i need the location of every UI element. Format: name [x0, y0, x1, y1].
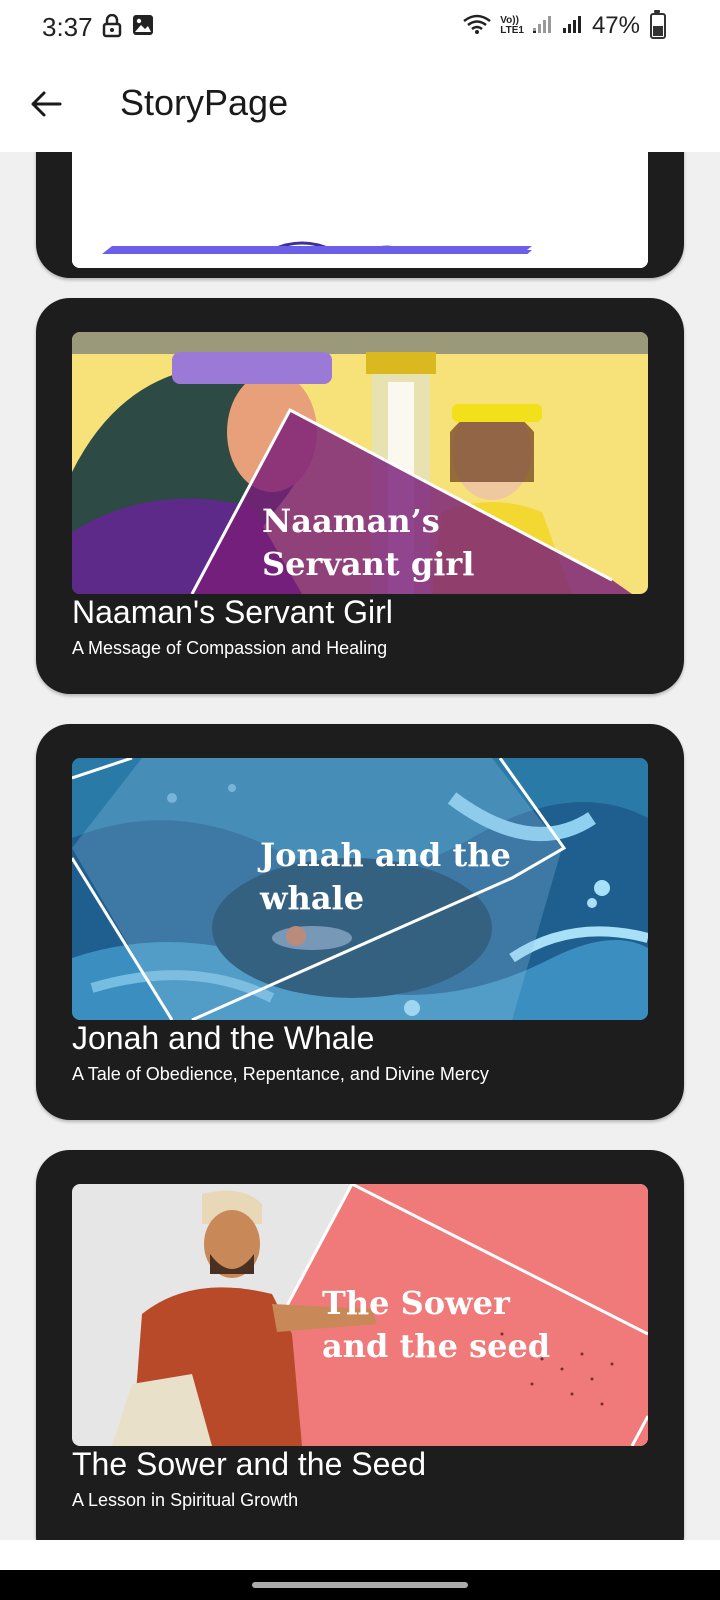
signal-icon: [532, 14, 554, 39]
story-card-naamans-servant-girl[interactable]: Naaman’s Servant girl Naaman's Servant G…: [36, 298, 684, 694]
app-bar: StoryPage: [0, 56, 720, 152]
page-title: StoryPage: [120, 82, 289, 123]
story-title: Jonah and the Whale: [72, 1020, 375, 1056]
network-type-label: Vo)) LTE1: [500, 15, 524, 36]
status-time: 3:37: [42, 12, 93, 42]
back-button[interactable]: [24, 84, 68, 128]
lock-icon: [102, 13, 122, 43]
battery-percent: 47%: [591, 12, 640, 39]
story-card-jonah-and-the-whale[interactable]: Jonah and the whale Jonah and the Whale …: [36, 724, 684, 1120]
battery-icon: [650, 10, 666, 39]
story-subtitle: A Message of Compassion and Healing: [72, 638, 388, 658]
system-navigation-bar: [0, 1570, 720, 1600]
story-title: Naaman's Servant Girl: [72, 594, 393, 630]
image-icon: [132, 14, 154, 43]
wifi-icon: [462, 13, 492, 40]
story-subtitle: A Story of Faith and Healing: [72, 218, 297, 238]
arrow-left-icon: [30, 90, 62, 123]
story-card-blind-bartimaeus[interactable]: Blind Bartimaeus A Story of Faith and He…: [36, 152, 684, 278]
story-image: The Sower and the seed: [72, 1184, 648, 1446]
story-image: Naaman’s Servant girl: [72, 332, 648, 594]
image-overlay-text: Jonah and the whale: [260, 836, 511, 917]
signal-icon: [562, 14, 584, 39]
story-title: Blind Bartimaeus: [72, 174, 314, 210]
story-title: The Sower and the Seed: [72, 1446, 427, 1482]
home-gesture-handle[interactable]: [252, 1582, 468, 1588]
story-subtitle: A Tale of Obedience, Repentance, and Div…: [72, 1064, 489, 1084]
status-left-icons: [102, 13, 154, 43]
story-card-the-sower-and-the-seed[interactable]: The Sower and the seed The Sower and the…: [36, 1150, 684, 1540]
image-overlay-text: The Sower and the seed: [322, 1284, 551, 1365]
story-list[interactable]: Blind Bartimaeus A Story of Faith and He…: [0, 152, 720, 1540]
status-right-icons: Vo)) LTE1 47%: [462, 10, 666, 40]
bottom-inset: [0, 1540, 720, 1570]
image-overlay-text: Naaman’s Servant girl: [262, 502, 475, 583]
status-bar: 3:37 Vo)) LTE1 47%: [0, 0, 720, 56]
story-image: Jonah and the whale: [72, 758, 648, 1020]
story-subtitle: A Lesson in Spiritual Growth: [72, 1490, 299, 1510]
